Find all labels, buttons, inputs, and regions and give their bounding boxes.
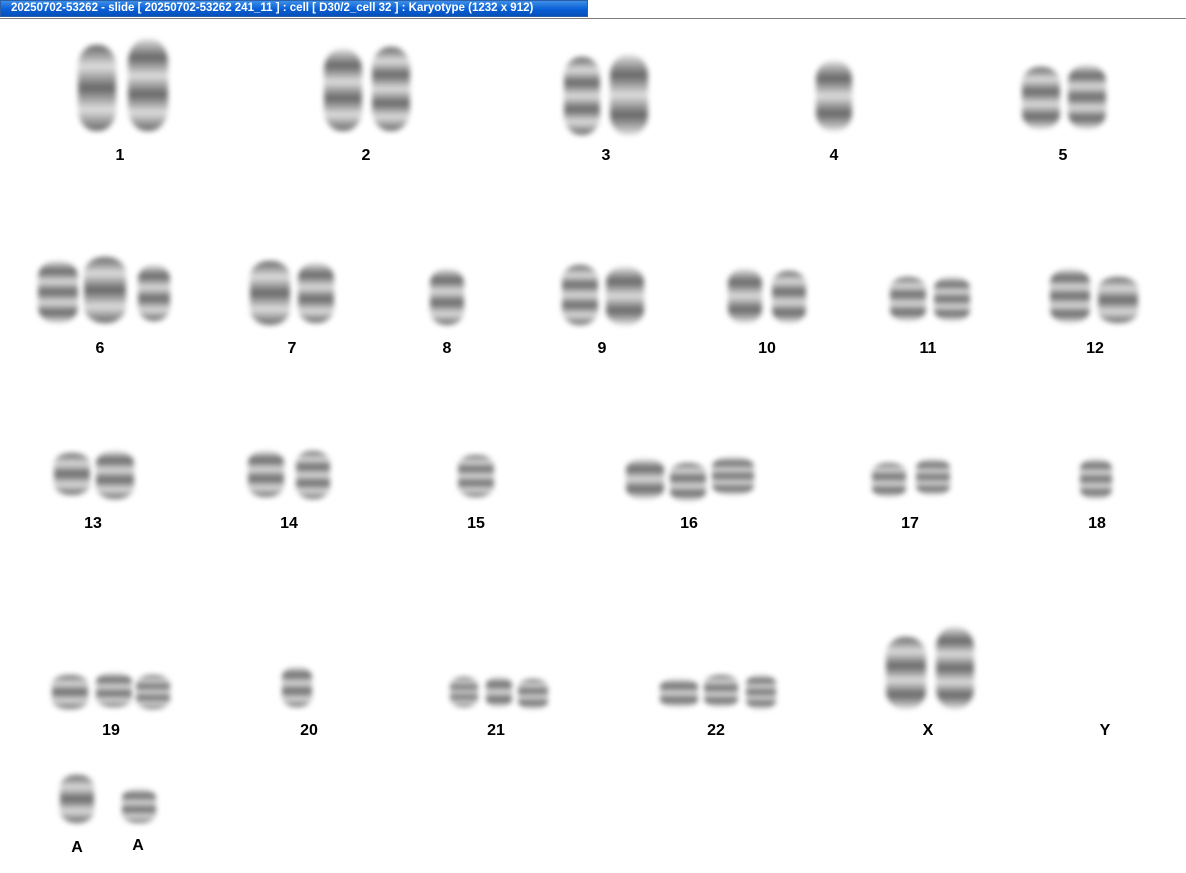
chromosome-6-1[interactable]: [38, 261, 78, 323]
chromosome-21-2[interactable]: [486, 677, 512, 707]
chromosome-label-21: 21: [487, 722, 505, 739]
chromosome-5-1[interactable]: [1022, 67, 1060, 129]
chromosome-1-2[interactable]: [128, 39, 168, 131]
chromosome-7-1[interactable]: [250, 261, 290, 325]
chromosome-label-14: 14: [280, 515, 298, 532]
title-bar: 20250702-53262 - slide [ 20250702-53262 …: [0, 0, 1186, 19]
window-title[interactable]: 20250702-53262 - slide [ 20250702-53262 …: [0, 0, 588, 17]
chromosome-label-15: 15: [467, 515, 485, 532]
chromosome-label-9: 9: [597, 340, 607, 357]
chromosome-label-X: X: [922, 722, 934, 739]
chromosome-12-2[interactable]: [1098, 277, 1138, 323]
chromosome-16-2[interactable]: [670, 463, 706, 501]
chromosome-label-3: 3: [601, 147, 611, 164]
chromosome-10-2[interactable]: [772, 271, 806, 323]
chromosome-16-1[interactable]: [626, 459, 664, 499]
chromosome-label-19: 19: [102, 722, 120, 739]
chromosome-7-2[interactable]: [298, 263, 334, 323]
chromosome-15-1[interactable]: [458, 455, 494, 497]
chromosome-label-Y: Y: [1099, 722, 1111, 739]
chromosome-8-1[interactable]: [430, 269, 464, 325]
chromosome-13-1[interactable]: [54, 453, 90, 495]
chromosome-19-1[interactable]: [52, 675, 88, 709]
chromosome-label-A: A: [71, 839, 83, 856]
chromosome-label-4: 4: [829, 147, 839, 164]
chromosome-10-1[interactable]: [728, 269, 762, 323]
chromosome-label-6: 6: [95, 340, 105, 357]
chromosome-21-1[interactable]: [450, 677, 478, 707]
chromosome-17-1[interactable]: [872, 463, 906, 497]
chromosome-21-3[interactable]: [518, 679, 548, 709]
chromosome-label-A: A: [132, 837, 144, 854]
chromosome-6-3[interactable]: [138, 265, 170, 321]
chromosome-label-20: 20: [300, 722, 318, 739]
chromosome-label-2: 2: [361, 147, 371, 164]
chromosome-3-1[interactable]: [564, 57, 600, 135]
chromosome-1-1[interactable]: [78, 45, 116, 131]
chromosome-label-17: 17: [901, 515, 919, 532]
chromosome-11-1[interactable]: [890, 277, 926, 321]
chromosome-label-1: 1: [115, 147, 125, 164]
chromosome-2-1[interactable]: [324, 49, 362, 131]
chromosome-19-3[interactable]: [136, 675, 170, 709]
chromosome-label-10: 10: [758, 340, 776, 357]
chromosome-5-2[interactable]: [1068, 65, 1106, 129]
chromosome-18-1[interactable]: [1080, 459, 1112, 499]
chromosome-13-2[interactable]: [96, 451, 134, 499]
chromosome-22-2[interactable]: [704, 675, 738, 707]
chromosome-A-1[interactable]: [60, 775, 94, 823]
chromosome-label-7: 7: [287, 340, 297, 357]
chromosome-A-1[interactable]: [122, 789, 156, 823]
karyotype-canvas: 1 2 3 4 5 6 7 8 9 10 11 12 13 14 15 16 17 18 19 20 21 22 X Y A A: [0, 19, 1186, 873]
chromosome-label-8: 8: [442, 340, 452, 357]
chromosome-4-1[interactable]: [816, 61, 852, 131]
chromosome-9-2[interactable]: [606, 267, 644, 325]
chromosome-17-2[interactable]: [916, 459, 950, 495]
chromosome-22-1[interactable]: [660, 679, 698, 707]
chromosome-22-3[interactable]: [746, 675, 776, 709]
chromosome-label-11: 11: [919, 340, 937, 357]
chromosome-11-2[interactable]: [934, 277, 970, 321]
chromosome-12-1[interactable]: [1050, 269, 1090, 323]
chromosome-label-5: 5: [1058, 147, 1068, 164]
chromosome-label-13: 13: [84, 515, 102, 532]
chromosome-16-3[interactable]: [712, 457, 754, 495]
chromosome-9-1[interactable]: [562, 265, 598, 325]
chromosome-20-1[interactable]: [282, 667, 312, 707]
chromosome-label-16: 16: [680, 515, 698, 532]
chromosome-X-2[interactable]: [936, 627, 974, 709]
chromosome-14-2[interactable]: [296, 451, 330, 499]
chromosome-label-22: 22: [707, 722, 725, 739]
chromosome-3-2[interactable]: [610, 55, 648, 135]
chromosome-X-1[interactable]: [886, 637, 926, 709]
chromosome-label-18: 18: [1088, 515, 1106, 532]
chromosome-14-1[interactable]: [248, 451, 284, 497]
chromosome-2-2[interactable]: [372, 47, 410, 131]
chromosome-19-2[interactable]: [96, 673, 132, 707]
chromosome-label-12: 12: [1086, 340, 1104, 357]
chromosome-6-2[interactable]: [84, 257, 126, 323]
